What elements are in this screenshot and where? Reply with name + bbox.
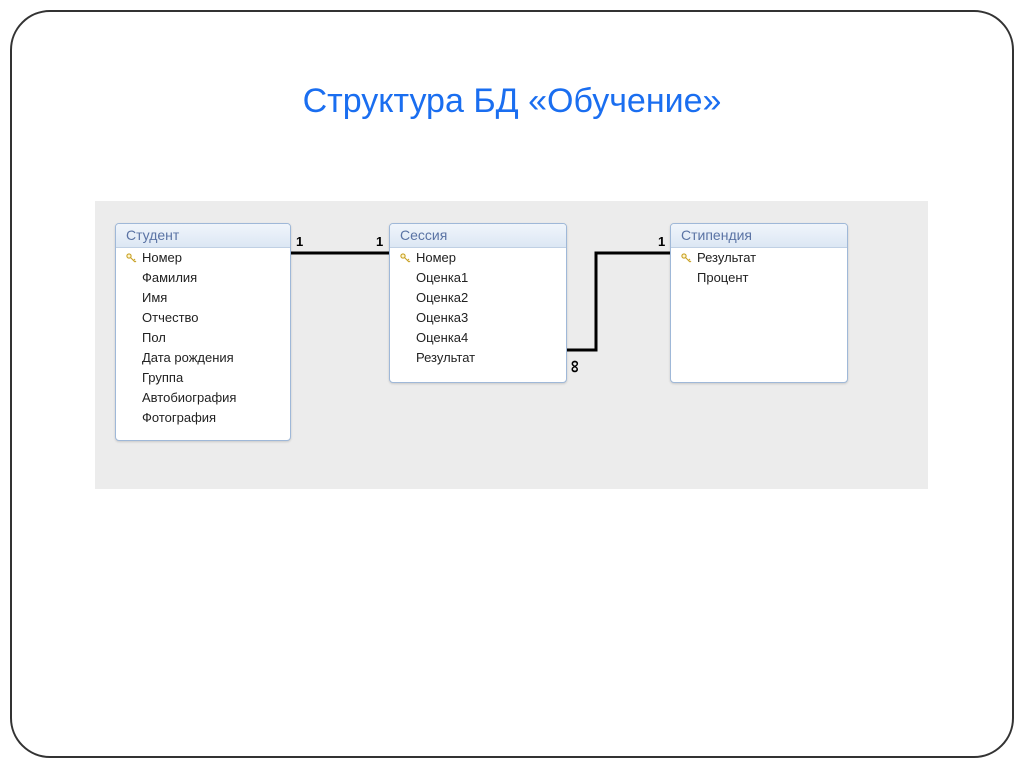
field-row: Автобиография (116, 388, 290, 408)
field-label: Результат (695, 249, 756, 267)
entity-header: Сессия (390, 224, 566, 248)
field-label: Процент (695, 269, 748, 287)
field-row: Результат (671, 248, 847, 268)
field-row: Оценка4 (390, 328, 566, 348)
field-row: Пол (116, 328, 290, 348)
field-label: Номер (414, 249, 456, 267)
field-label: Фамилия (140, 269, 197, 287)
field-row: Имя (116, 288, 290, 308)
entity-scholarship: Стипендия Результат Процент (670, 223, 848, 383)
field-row: Результат (390, 348, 566, 368)
entity-header: Студент (116, 224, 290, 248)
field-label: Имя (140, 289, 167, 307)
field-label: Оценка3 (414, 309, 468, 327)
field-label: Группа (140, 369, 183, 387)
field-label: Оценка1 (414, 269, 468, 287)
field-row: Группа (116, 368, 290, 388)
field-label: Автобиография (140, 389, 236, 407)
entity-fields: Номер Оценка1 Оценка2 Оценка3 Оценка4 Результ… (390, 248, 566, 368)
page-title: Структура БД «Обучение» (0, 82, 1024, 121)
field-row: Номер (390, 248, 566, 268)
primary-key-icon (122, 252, 140, 264)
entity-fields: Номер Фамилия Имя Отчество Пол Дата рождения Г… (116, 248, 290, 428)
primary-key-icon (677, 252, 695, 264)
relation-session-scholarship (566, 250, 671, 355)
entity-student: Студент Номер Фамилия Имя Отчество Пол Дата р… (115, 223, 291, 441)
primary-key-icon (396, 252, 414, 264)
entity-session: Сессия Номер Оценка1 Оценка2 Оценка3 Оценка4… (389, 223, 567, 383)
field-label: Номер (140, 249, 182, 267)
field-row: Номер (116, 248, 290, 268)
field-row: Оценка2 (390, 288, 566, 308)
field-label: Пол (140, 329, 166, 347)
field-row: Фамилия (116, 268, 290, 288)
er-canvas: 1 1 ∞ 1 Студент Номер Фамилия Имя Отчество П… (95, 201, 928, 489)
cardinality-label: 1 (658, 234, 665, 249)
field-row: Фотография (116, 408, 290, 428)
field-row: Оценка1 (390, 268, 566, 288)
cardinality-label: 1 (376, 234, 383, 249)
relation-student-session (290, 250, 389, 256)
field-row: Процент (671, 268, 847, 288)
field-row: Дата рождения (116, 348, 290, 368)
field-row: Оценка3 (390, 308, 566, 328)
field-label: Отчество (140, 309, 199, 327)
field-label: Дата рождения (140, 349, 234, 367)
cardinality-label: 1 (296, 234, 303, 249)
entity-header: Стипендия (671, 224, 847, 248)
entity-fields: Результат Процент (671, 248, 847, 288)
cardinality-label: ∞ (564, 360, 585, 373)
field-label: Оценка2 (414, 289, 468, 307)
field-label: Оценка4 (414, 329, 468, 347)
field-label: Результат (414, 349, 475, 367)
field-label: Фотография (140, 409, 216, 427)
field-row: Отчество (116, 308, 290, 328)
